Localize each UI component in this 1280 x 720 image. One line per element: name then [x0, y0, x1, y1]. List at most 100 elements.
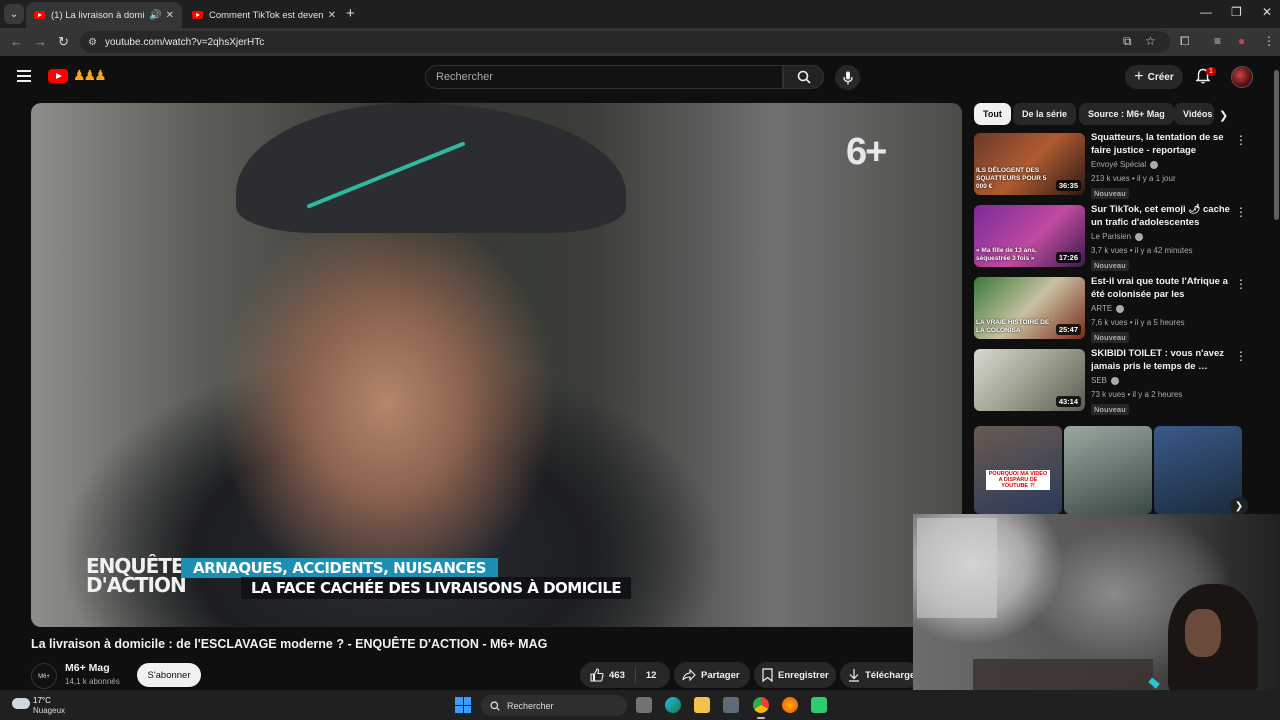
- youtube-icon: [192, 11, 203, 19]
- firefox-icon[interactable]: [782, 697, 798, 713]
- youtube-logo[interactable]: [48, 69, 68, 83]
- tab-search-icon[interactable]: ⌄: [4, 4, 24, 24]
- recommendation-item[interactable]: ILS DÉLOGENT DES SQUATTEURS POUR 5 000 €…: [974, 131, 1247, 199]
- recommendation-channel[interactable]: Envoyé Spécial: [1091, 160, 1159, 169]
- tab-close-icon[interactable]: ✕: [166, 10, 174, 21]
- save-button[interactable]: Enregistrer: [754, 662, 836, 688]
- search-button[interactable]: [783, 65, 824, 89]
- recommendation-channel[interactable]: Le Parisien: [1091, 232, 1144, 241]
- channel-avatar[interactable]: M6+: [31, 663, 57, 689]
- tab-inactive[interactable]: Comment TikTok est devenu un ✕: [184, 2, 344, 28]
- like-button[interactable]: 463: [580, 667, 636, 683]
- file-explorer-icon[interactable]: [694, 697, 710, 713]
- extensions-icon[interactable]: ⧠: [1180, 34, 1190, 49]
- chip-series[interactable]: De la série: [1013, 103, 1077, 125]
- app-icon[interactable]: [811, 697, 827, 713]
- url-field[interactable]: ⚙ youtube.com/watch?v=2qhsXjerHTc: [80, 31, 1170, 53]
- recommendation-item[interactable]: 43:14 SKIBIDI TOILET : vous n'avez jamai…: [974, 347, 1247, 415]
- recommendation-title[interactable]: SKIBIDI TOILET : vous n'avez jamais pris…: [1091, 347, 1231, 373]
- new-badge: Nouveau: [1091, 332, 1129, 343]
- avatar[interactable]: [1231, 66, 1253, 88]
- forward-icon[interactable]: →: [34, 34, 47, 49]
- recommendation-item[interactable]: « Ma fille de 13 ans, séquestrée 3 fois …: [974, 203, 1247, 271]
- search-placeholder: Rechercher: [436, 71, 493, 83]
- recommendation-title[interactable]: Squatteurs, la tentation de se faire jus…: [1091, 131, 1231, 158]
- channel-name[interactable]: M6+ Mag: [65, 662, 110, 674]
- create-button[interactable]: + Créer: [1125, 65, 1183, 89]
- chip-all[interactable]: Tout: [974, 103, 1011, 125]
- speaker-icon[interactable]: 🔊: [149, 10, 161, 21]
- recommendation-title[interactable]: Sur TikTok, cet emoji 🌶 cache un trafic …: [1091, 203, 1231, 229]
- show-logo-line2: D'ACTION: [86, 573, 187, 597]
- new-badge: Nouveau: [1091, 404, 1129, 415]
- tab-active[interactable]: (1) La livraison à domicile : de l'ESCLA…: [26, 2, 182, 28]
- video-duration: 43:14: [1055, 396, 1081, 407]
- cloud-icon[interactable]: [12, 698, 30, 709]
- menu-icon[interactable]: [17, 70, 31, 82]
- recommendation-channel[interactable]: SEB: [1091, 376, 1120, 385]
- video-thumbnail[interactable]: « Ma fille de 13 ans, séquestrée 3 fois …: [974, 205, 1085, 267]
- site-info-icon[interactable]: ⚙: [88, 37, 97, 48]
- weather-condition[interactable]: Nuageux: [33, 706, 65, 715]
- media-control-icon[interactable]: ≡: [1214, 34, 1221, 48]
- recommendation-item[interactable]: LA VRAIE HISTOIRE DE LA COLONISA 25:47 E…: [974, 275, 1247, 343]
- share-label: Partager: [701, 669, 740, 681]
- verified-icon: [1135, 232, 1144, 241]
- browser-menu-icon[interactable]: ⋮: [1263, 34, 1275, 48]
- recommendation-channel[interactable]: ARTE: [1091, 304, 1125, 313]
- short-thumbnail[interactable]: POURQUOI MA VIDÉO A DISPARU DE YOUTUBE ?…: [974, 426, 1062, 514]
- download-icon: [849, 669, 859, 682]
- chrome-icon[interactable]: [753, 697, 769, 713]
- tab-title: Comment TikTok est devenu un: [209, 9, 324, 21]
- windows-start-icon[interactable]: [455, 697, 471, 713]
- reload-icon[interactable]: ↻: [58, 34, 69, 50]
- more-options-icon[interactable]: ⋮: [1235, 278, 1247, 290]
- window-close-icon[interactable]: ✕: [1262, 5, 1272, 19]
- cast-icon[interactable]: ⧉: [1123, 34, 1132, 49]
- video-thumbnail[interactable]: 43:14: [974, 349, 1085, 411]
- dislike-button[interactable]: 12: [636, 670, 657, 681]
- chip-source[interactable]: Source : M6+ Mag: [1079, 103, 1174, 125]
- taskbar-search[interactable]: Rechercher: [481, 695, 627, 716]
- more-options-icon[interactable]: ⋮: [1235, 134, 1247, 146]
- more-options-icon[interactable]: ⋮: [1235, 350, 1247, 362]
- channel-label: Envoyé Spécial: [1091, 160, 1147, 169]
- youtube-header: ♟♟♟ Rechercher + Créer 1: [0, 56, 1280, 98]
- short-text: POURQUOI MA VIDÉO A DISPARU DE YOUTUBE ?…: [986, 470, 1050, 490]
- new-tab-button[interactable]: +: [346, 5, 355, 22]
- video-duration: 36:35: [1055, 180, 1081, 191]
- restore-icon[interactable]: ❐: [1231, 5, 1242, 19]
- bookmark-star-icon[interactable]: ☆: [1145, 34, 1156, 48]
- download-button[interactable]: Télécharger: [840, 662, 920, 688]
- share-button[interactable]: Partager: [674, 662, 750, 688]
- dislike-count: 12: [645, 669, 657, 681]
- subscribe-button[interactable]: S'abonner: [137, 663, 201, 687]
- more-options-icon[interactable]: ⋮: [1235, 206, 1247, 218]
- weather-temperature[interactable]: 17°C: [33, 696, 51, 705]
- edge-icon[interactable]: [665, 697, 681, 713]
- address-bar-row: ← → ↻ ⚙ youtube.com/watch?v=2qhsXjerHTc …: [0, 28, 1280, 56]
- profile-icon[interactable]: ●: [1238, 34, 1245, 48]
- search-input[interactable]: Rechercher: [425, 65, 783, 89]
- thumbnail-text: LA VRAIE HISTOIRE DE LA COLONISA: [976, 319, 1050, 334]
- store-icon[interactable]: [723, 697, 739, 713]
- chevron-right-icon[interactable]: ❯: [1219, 109, 1228, 122]
- recommendation-title[interactable]: Est-il vrai que toute l'Afrique a été co…: [1091, 275, 1231, 302]
- doodle-icon[interactable]: ♟♟♟: [73, 67, 107, 84]
- minimize-icon[interactable]: —: [1200, 5, 1212, 19]
- task-view-icon[interactable]: [636, 697, 652, 713]
- tab-close-icon[interactable]: ✕: [328, 10, 336, 21]
- windows-taskbar: 17°C Nuageux Rechercher: [0, 690, 1280, 720]
- chip-videos[interactable]: Vidéos: [1174, 103, 1214, 125]
- video-thumbnail[interactable]: ILS DÉLOGENT DES SQUATTEURS POUR 5 000 €…: [974, 133, 1085, 195]
- youtube-icon: [34, 11, 45, 19]
- back-icon[interactable]: ←: [10, 34, 23, 49]
- short-thumbnail[interactable]: [1064, 426, 1152, 514]
- recommendation-meta: 213 k vues • il y a 1 jour: [1091, 174, 1176, 183]
- video-thumbnail[interactable]: LA VRAIE HISTOIRE DE LA COLONISA 25:47: [974, 277, 1085, 339]
- short-thumbnail[interactable]: [1154, 426, 1242, 514]
- voice-search-button[interactable]: [835, 65, 860, 90]
- chevron-right-icon[interactable]: ❯: [1230, 497, 1248, 515]
- video-player[interactable]: 6+ ENQUÊTE D'ACTION ARNAQUES, ACCIDENTS,…: [31, 103, 962, 627]
- page-scrollbar-thumb[interactable]: [1274, 70, 1279, 220]
